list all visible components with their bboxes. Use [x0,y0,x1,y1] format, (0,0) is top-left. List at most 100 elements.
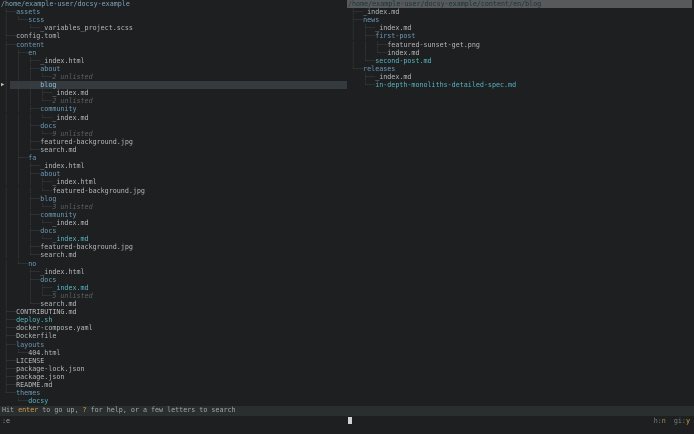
tree-row[interactable]: │ │ │ ├──_index.html [0,178,347,186]
tree-row[interactable]: ├──Dockerfile [0,332,347,340]
tree-guides: ├── [0,365,16,373]
file-label: featured-background.jpg [40,138,133,146]
file-label: _index.md [375,73,411,81]
tree-row[interactable]: └──themes [0,389,347,397]
tree-row[interactable]: │ ├──_index.html [0,268,347,276]
tree-row[interactable]: │ └──search.md [0,300,347,308]
tree-row[interactable]: │ │ └──5 unlisted [0,292,347,300]
tree-guides: ├── [0,373,16,381]
tree-row[interactable]: │ │ ├──docs [0,122,347,130]
tree-row[interactable]: ▶ │ │ ├──blog [0,81,347,89]
tree-row[interactable]: │ └──second-post.md [347,57,694,65]
tree-row[interactable]: ├──config.toml [0,32,347,40]
tree-row[interactable]: │ │ │ └──_index.md [0,235,347,243]
tree-row[interactable]: │ │ ├──_index.html [0,57,347,65]
tree-row[interactable]: ├──deploy.sh [0,316,347,324]
tree-row[interactable]: ├──LICENSE [0,357,347,365]
tree-guides: │ ├── [347,24,375,32]
tree-guides: │ │ ├── [0,227,40,235]
tree-guides: └── [0,389,16,397]
tree-guides: ├── [0,8,16,16]
tree-row[interactable]: │ └──scss [0,16,347,24]
tree-row[interactable]: │ │ ├──community [0,105,347,113]
tree-guides: │ ├── [347,32,375,40]
tree-guides: │ │ │ └── [0,219,52,227]
tree-row[interactable]: │ │ ├──community [0,211,347,219]
tree-row[interactable]: │ │ │ └──featured-background.jpg [0,187,347,195]
left-panel-path[interactable]: /home/example-user/docsy-example [0,0,347,8]
tree-row[interactable]: │ │ ├──_index.md [0,284,347,292]
tree-row[interactable]: ├──news [347,16,694,24]
tree-row[interactable]: │ │ ├──blog [0,195,347,203]
left-panel-input[interactable]: :e [2,416,10,426]
file-label: package-lock.json [16,365,84,373]
dir-label: docs [40,122,56,130]
tree-row[interactable]: ├──_index.md [347,73,694,81]
tree-row[interactable]: ├──package-lock.json [0,365,347,373]
tree-row[interactable]: │ │ ├──featured-background.jpg [0,243,347,251]
tree-row[interactable]: ├──content [0,41,347,49]
tree-row[interactable]: └──releases [347,65,694,73]
text-cursor[interactable] [348,417,352,424]
tree-guides: │ │ ├── [0,162,40,170]
tree-row[interactable]: │ ├──fa [0,154,347,162]
tree-guides: ├── [0,332,16,340]
tree-row[interactable]: │ ├──_index.md [347,24,694,32]
tree-guides: ├── [347,16,363,24]
tree-row[interactable]: ├──_index.md [347,8,694,16]
dir-label: scss [28,16,44,24]
tree-row[interactable]: │ │ └──index.md [347,49,694,57]
tree-row[interactable]: │ │ │ └──3 unlisted [0,203,347,211]
tree-row[interactable]: │ └──404.html [0,349,347,357]
tree-row[interactable]: │ │ ├──featured-background.jpg [0,138,347,146]
status-key-hint: enter [18,406,38,414]
tree-row[interactable]: │ │ │ ├──_index.md [0,89,347,97]
tree-guides: ├── [347,73,375,81]
tree-guides: │ └── [0,349,28,357]
tree-row[interactable]: │ │ ├──docs [0,227,347,235]
tree-guides: ├── [0,341,16,349]
tree-row[interactable]: └──in-depth-monoliths-detailed-spec.md [347,81,694,89]
tree-row[interactable]: │ │ │ └──9 unlisted [0,130,347,138]
tree-row[interactable]: │ │ │ └──_index.md [0,114,347,122]
tree-guides: │ └── [347,57,375,65]
status-text: for help, or a few letters to search [87,406,236,414]
tree-row[interactable]: │ ├──en [0,49,347,57]
file-label: _index.md [52,114,88,122]
tree-row[interactable]: ├──package.json [0,373,347,381]
tree-row[interactable]: ├──layouts [0,341,347,349]
tree-row[interactable]: │ └──no [0,260,347,268]
tree-guides: │ │ ├── [0,138,40,146]
tree-row[interactable]: ├──README.md [0,381,347,389]
tree-row[interactable]: │ ├──first-post [347,32,694,40]
tree-guides: │ │ │ └── [0,187,52,195]
tree-row[interactable]: └──docsy [0,397,347,405]
tree-row[interactable]: │ │ ├──featured-sunset-get.png [347,41,694,49]
selection-arrow-icon: ▶ [1,81,4,89]
tree-row[interactable]: ├──docker-compose.yaml [0,324,347,332]
dir-label: blog [40,81,56,89]
tree-row[interactable]: │ │ └──search.md [0,251,347,259]
flag-label: gi: [674,417,686,425]
tree-row[interactable]: │ │ │ └──2 unlisted [0,97,347,105]
tree-row[interactable]: │ │ ├──about [0,170,347,178]
dir-label: docs [40,276,56,284]
tree-guides: ├── [0,308,16,316]
tree-row[interactable]: ├──assets [0,8,347,16]
tree-row[interactable]: │ └──_variables_project.scss [0,24,347,32]
left-tree: ├──assets │ └──scss │ └──_variables_proj… [0,8,347,405]
tree-row[interactable]: │ │ └──search.md [0,146,347,154]
file-label: in-depth-monoliths-detailed-spec.md [375,81,516,89]
tree-row[interactable]: │ │ ├──_index.html [0,162,347,170]
file-label: featured-background.jpg [40,243,133,251]
right-panel-path[interactable]: /home/example-user/docsy-example/content… [347,0,692,8]
tree-row[interactable]: │ │ ├──about [0,65,347,73]
tree-guides: │ │ └── [347,49,387,57]
tree-row[interactable]: │ │ │ └──_index.md [0,219,347,227]
tree-guides: ├── [0,41,16,49]
tree-row[interactable]: │ ├──docs [0,276,347,284]
tree-row[interactable]: ├──CONTRIBUTING.md [0,308,347,316]
dir-label: themes [16,389,40,397]
file-label: deploy.sh [16,316,52,324]
tree-row[interactable]: │ │ │ └──2 unlisted [0,73,347,81]
